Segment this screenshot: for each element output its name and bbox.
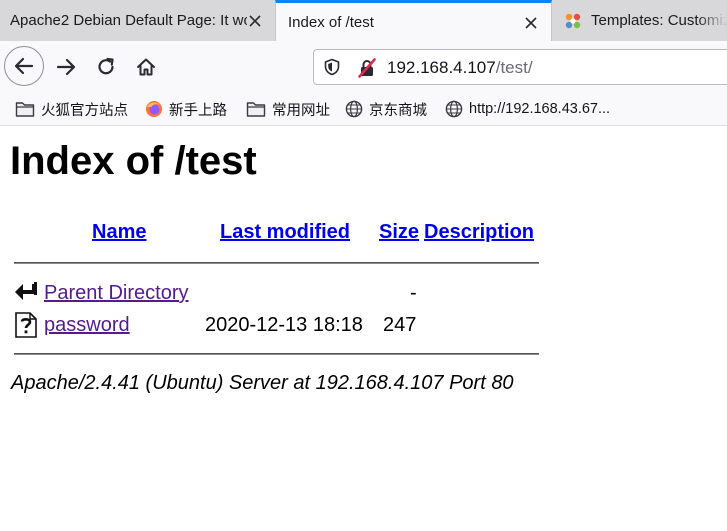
bookmark-label: 京东商城 (369, 102, 427, 119)
bookmark-label: http://192.168.43.67... (469, 101, 611, 117)
url-path: /test/ (495, 58, 533, 77)
table-divider-bottom (14, 353, 539, 355)
page-title: Index of /test (10, 139, 257, 183)
tab-title: Apache2 Debian Default Page: It works (10, 12, 247, 29)
reload-icon (98, 57, 114, 75)
size-cell: 247 (383, 314, 417, 336)
arrow-left-icon (14, 57, 34, 75)
bookmarks-toolbar: 火狐官方站点 新手上路 常用网址 京东商城 http://192.168.43.… (0, 92, 727, 126)
bookmark-firefox-official[interactable]: 火狐官方站点 (15, 98, 128, 120)
sort-by-name-link[interactable]: Name (92, 221, 146, 243)
column-header-name: Name (92, 221, 146, 244)
tab-fade (697, 0, 727, 41)
navigation-toolbar: 192.168.4.107/test/ (0, 41, 727, 92)
url-bar[interactable]: 192.168.4.107/test/ (313, 49, 727, 85)
joomla-icon (563, 11, 583, 31)
close-icon[interactable] (247, 13, 263, 29)
unknown-file-icon (14, 312, 38, 343)
page-content: Index of /test Name Last modified Size D… (0, 126, 727, 531)
column-header-last-modified: Last modified (220, 221, 350, 244)
column-header-size: Size (379, 221, 419, 244)
firefox-icon (146, 101, 162, 117)
globe-icon (445, 100, 463, 118)
file-name-cell: Parent Directory (44, 282, 189, 305)
bookmark-label: 常用网址 (272, 102, 330, 119)
url-host: 192.168.4.107 (387, 58, 496, 77)
bookmark-label: 火狐官方站点 (41, 102, 128, 119)
tab-index-of-test[interactable]: Index of /test (275, 0, 552, 42)
sort-by-size-link[interactable]: Size (379, 221, 419, 243)
last-modified-cell: 2020-12-13 18:18 (205, 314, 363, 336)
home-button[interactable] (132, 53, 160, 81)
back-arrow-icon (14, 280, 38, 309)
bookmark-common-sites[interactable]: 常用网址 (246, 98, 330, 120)
password-file-link[interactable]: password (44, 314, 130, 336)
sort-by-last-modified-link[interactable]: Last modified (220, 221, 350, 243)
forward-button[interactable] (52, 53, 80, 81)
server-signature: Apache/2.4.41 (Ubuntu) Server at 192.168… (11, 372, 514, 394)
tab-title: Index of /test (288, 14, 374, 31)
close-icon[interactable] (523, 15, 539, 31)
arrow-right-icon (56, 58, 76, 76)
tab-templates[interactable]: Templates: Customizing (552, 0, 727, 41)
bookmark-getting-started[interactable]: 新手上路 (145, 98, 227, 120)
tab-strip: Apache2 Debian Default Page: It works In… (0, 0, 727, 42)
sort-by-description-link[interactable]: Description (424, 221, 534, 243)
insecure-connection-icon[interactable] (357, 58, 377, 83)
globe-icon (345, 100, 363, 118)
file-name-cell: password (44, 314, 130, 337)
bookmark-label: 新手上路 (169, 102, 227, 119)
url-text[interactable]: 192.168.4.107/test/ (387, 58, 533, 78)
bookmark-jd-mall[interactable]: 京东商城 (345, 98, 427, 120)
back-button[interactable] (4, 46, 44, 86)
folder-icon (246, 102, 266, 117)
home-icon (137, 58, 155, 76)
reload-button[interactable] (92, 53, 120, 81)
table-divider-top (14, 262, 539, 264)
folder-icon (15, 102, 35, 117)
tracking-protection-shield-icon[interactable] (323, 58, 341, 81)
bookmark-ip-address[interactable]: http://192.168.43.67... (445, 98, 610, 120)
tab-apache-default[interactable]: Apache2 Debian Default Page: It works (0, 0, 275, 41)
parent-directory-link[interactable]: Parent Directory (44, 282, 189, 304)
size-cell: - (410, 282, 417, 304)
column-header-description: Description (424, 221, 534, 244)
